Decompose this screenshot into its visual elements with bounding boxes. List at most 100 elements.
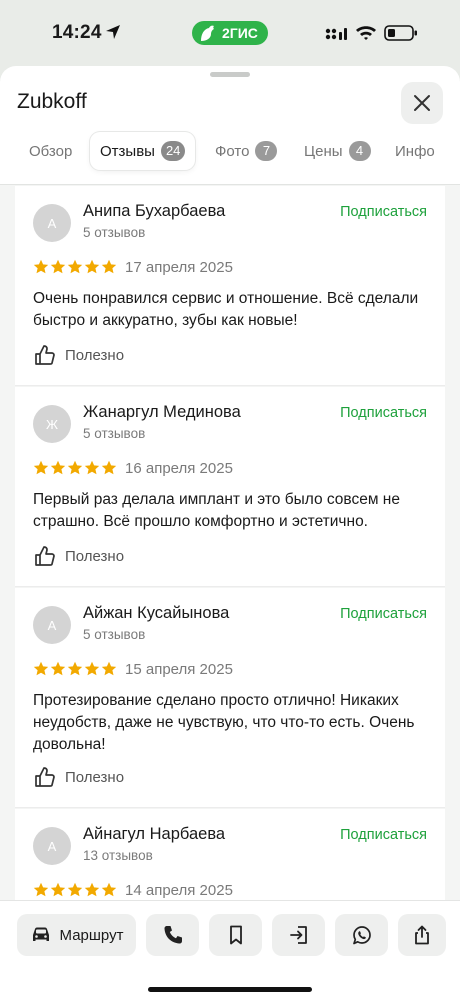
review-date: 14 апреля 2025 [125,882,233,899]
tab-label: Отзывы [100,142,155,160]
subscribe-button[interactable]: Подписаться [340,606,427,622]
sheet-grabber[interactable] [210,72,250,77]
close-button[interactable] [401,82,443,124]
review-count: 13 отзывов [83,848,153,863]
call-button[interactable] [146,914,199,956]
star-icon [67,259,83,274]
star-icon [84,882,100,897]
enter-button[interactable] [272,914,325,956]
avatar[interactable]: А [33,204,71,242]
star-icon [101,882,117,897]
thumbs-up-icon [35,546,55,566]
route-label: Маршрут [59,926,124,944]
avatar[interactable]: А [33,827,71,865]
rating-stars [33,259,117,275]
sheet-header: Zubkoff Обзор Отзывы 24 Фото 7 Цены 4 Ин… [0,66,460,184]
useful-button[interactable]: Полезно [33,344,124,366]
tab-badge: 7 [255,141,278,161]
share-button[interactable] [398,914,446,956]
star-icon [50,259,66,274]
review-card: А Анипа Бухарбаева 5 отзывов Подписаться… [15,186,445,386]
place-title: Zubkoff [17,90,87,113]
review-author[interactable]: Айнагул Нарбаева [83,825,225,844]
star-icon [84,661,100,676]
review-text: Протезирование сделано просто отлично! Н… [33,692,415,753]
star-icon [101,259,117,274]
phone-icon [164,926,182,944]
rating-stars [33,460,117,476]
review-card: А Айжан Кусайынова 5 отзывов Подписаться… [15,588,445,808]
status-time: 14:24 [52,22,102,43]
location-arrow-icon [106,25,120,39]
tab-label: Фото [215,142,250,160]
tab-reviews[interactable]: Отзывы 24 [90,132,196,170]
route-button[interactable]: Маршрут [17,914,136,956]
review-count: 5 отзывов [83,426,146,441]
tab-label: Цены [304,142,343,160]
tab-info[interactable]: Инфо [395,132,435,170]
tab-photos[interactable]: Фото 7 [215,132,278,170]
tab-label: Обзор [29,142,73,160]
share-icon [415,925,429,945]
cellular-signal-icon [325,28,347,40]
review-date: 17 апреля 2025 [125,259,233,276]
star-icon [33,882,49,897]
useful-label: Полезно [65,768,125,786]
review-text: Очень понравился сервис и отношение. Всё… [33,290,419,329]
star-icon [84,259,100,274]
bottom-action-bar: Маршрут [0,900,460,1000]
battery-icon [384,25,417,41]
close-icon [414,95,430,111]
star-icon [101,460,117,475]
whatsapp-button[interactable] [335,914,388,956]
car-icon [32,927,49,941]
star-icon [33,460,49,475]
enter-icon [289,926,307,944]
review-count: 5 отзывов [83,225,146,240]
star-icon [84,460,100,475]
review-card: Ж Жанаргул Мединова 5 отзывов Подписатьс… [15,387,445,587]
rating-stars [33,661,117,677]
review-author[interactable]: Анипа Бухарбаева [83,202,225,221]
review-date: 15 апреля 2025 [125,661,233,678]
useful-button[interactable]: Полезно [33,545,124,567]
tab-prices[interactable]: Цены 4 [304,132,371,170]
review-date: 16 апреля 2025 [125,460,233,477]
tab-badge: 24 [160,141,186,161]
useful-button[interactable]: Полезно [33,766,124,788]
star-icon [67,882,83,897]
bookmark-button[interactable] [209,914,262,956]
avatar[interactable]: А [33,606,71,644]
brand-label: 2ГИС [222,25,258,41]
star-icon [101,661,117,676]
thumbs-up-icon [35,345,55,365]
star-icon [50,460,66,475]
review-text: Первый раз делала имплант и это было сов… [33,491,400,530]
avatar[interactable]: Ж [33,405,71,443]
subscribe-button[interactable]: Подписаться [340,204,427,220]
tab-label: Инфо [395,142,435,160]
star-icon [50,882,66,897]
star-icon [33,259,49,274]
useful-label: Полезно [65,346,125,364]
useful-label: Полезно [65,547,125,565]
subscribe-button[interactable]: Подписаться [340,405,427,421]
thumbs-up-icon [35,767,55,787]
brand-pill[interactable]: 2ГИС [192,21,268,45]
whatsapp-icon [352,926,371,945]
review-count: 5 отзывов [83,627,146,642]
place-sheet: Zubkoff Обзор Отзывы 24 Фото 7 Цены 4 Ин… [0,66,460,1000]
review-author[interactable]: Айжан Кусайынова [83,604,229,623]
tab-overview[interactable]: Обзор [29,132,72,170]
bookmark-icon [229,925,242,945]
star-icon [67,661,83,676]
subscribe-button[interactable]: Подписаться [340,827,427,843]
star-icon [50,661,66,676]
star-icon [67,460,83,475]
wifi-icon [356,26,376,40]
review-author[interactable]: Жанаргул Мединова [83,403,241,422]
status-bar: 14:24 2ГИС [0,0,460,66]
home-indicator [148,987,312,992]
tab-badge: 4 [348,141,371,161]
rating-stars [33,882,117,898]
